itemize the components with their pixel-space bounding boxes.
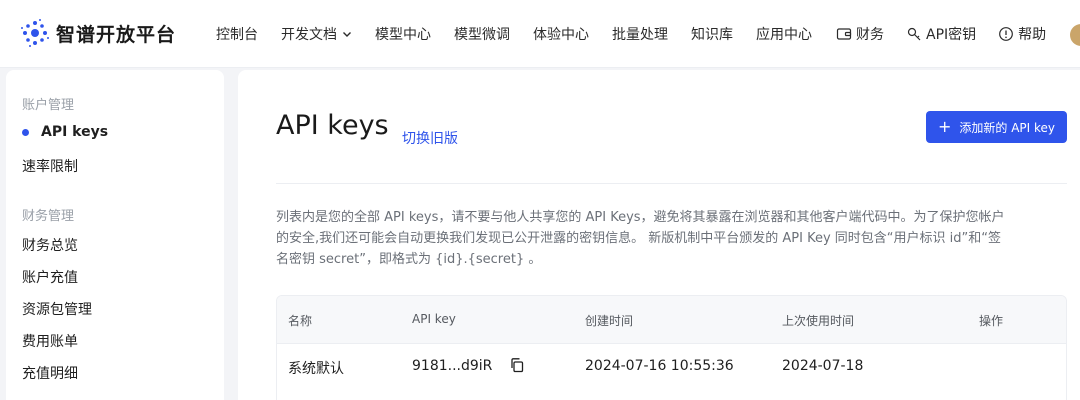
nav-console[interactable]: 控制台	[216, 24, 258, 44]
plus-icon: +	[937, 117, 952, 136]
wallet-icon	[836, 28, 852, 40]
nav-experience-label: 体验中心	[533, 27, 589, 43]
active-indicator-dot	[22, 128, 29, 136]
sidebar-item-bills[interactable]: 费用账单	[22, 331, 78, 351]
brand-name: 智谱开放平台	[56, 23, 177, 46]
nav-finance[interactable]: 财务	[836, 24, 884, 44]
column-header-actions: 操作	[979, 314, 1004, 328]
main-panel: API keys 切换旧版 + 添加新的 API key 列表内是您的全部 AP…	[238, 70, 1080, 400]
nav-knowledge-label: 知识库	[691, 27, 733, 43]
top-navigation-bar: 智谱开放平台 控制台 开发文档 模型中心 模型微调 体验中心 批量处理 知识库 …	[0, 0, 1080, 68]
column-header-api-key: API key	[412, 312, 456, 326]
divider	[276, 183, 1067, 184]
sidebar-item-recharge[interactable]: 账户充值	[22, 267, 78, 287]
switch-legacy-link[interactable]: 切换旧版	[402, 128, 458, 148]
sidebar-item-rate-limit-label: 速率限制	[22, 159, 78, 175]
nav-finance-label: 财务	[856, 27, 884, 43]
table-header: 名称 API key 创建时间 上次使用时间 操作	[277, 296, 1066, 344]
sidebar-item-api-keys[interactable]: API keys	[22, 124, 108, 140]
copy-icon[interactable]	[509, 357, 525, 373]
help-icon	[999, 27, 1014, 41]
cell-api-key: 9181...d9iR	[412, 358, 493, 374]
sidebar-item-finance-overview[interactable]: 财务总览	[22, 235, 78, 255]
cell-created-time: 2024-07-16 10:55:36	[585, 358, 734, 374]
nav-fine-tune-label: 模型微调	[454, 27, 510, 43]
nav-help-label: 帮助	[1018, 27, 1047, 43]
sidebar-item-resource-packs-label: 资源包管理	[22, 302, 92, 318]
cell-key-name: 系统默认	[288, 361, 344, 377]
nav-fine-tune[interactable]: 模型微调	[454, 24, 510, 44]
nav-apps[interactable]: 应用中心	[756, 24, 812, 44]
add-api-key-button[interactable]: + 添加新的 API key	[926, 111, 1067, 143]
column-header-created: 创建时间	[585, 314, 634, 328]
column-header-name: 名称	[288, 314, 313, 328]
page-title: API keys	[276, 110, 389, 141]
sidebar-item-recharge-details[interactable]: 充值明细	[22, 363, 78, 383]
nav-model-center[interactable]: 模型中心	[375, 24, 431, 44]
nav-api-key[interactable]: API密钥	[906, 24, 976, 44]
nav-docs-label: 开发文档	[281, 27, 337, 43]
nav-batch-label: 批量处理	[612, 27, 668, 43]
nav-docs[interactable]: 开发文档	[281, 24, 352, 44]
add-api-key-button-label: 添加新的 API key	[959, 120, 1056, 135]
nav-apps-label: 应用中心	[756, 27, 812, 43]
sidebar-item-recharge-label: 账户充值	[22, 270, 78, 286]
main-nav: 控制台 开发文档 模型中心 模型微调 体验中心 批量处理 知识库 应用中心	[216, 0, 835, 68]
key-icon	[907, 27, 921, 41]
nav-console-label: 控制台	[216, 27, 258, 43]
cell-last-used-time: 2024-07-18	[782, 358, 864, 374]
avatar[interactable]	[1070, 24, 1080, 46]
sidebar-item-recharge-details-label: 充值明细	[22, 366, 78, 382]
sidebar-item-rate-limit[interactable]: 速率限制	[22, 156, 78, 176]
nav-api-key-label: API密钥	[926, 27, 977, 43]
brand-logo[interactable]: 智谱开放平台	[20, 17, 176, 49]
nav-experience[interactable]: 体验中心	[533, 24, 589, 44]
nav-help[interactable]: 帮助	[998, 24, 1046, 44]
chevron-down-icon	[343, 32, 351, 37]
table-row: 系统默认 9181...d9iR 2024-07-16 10:55:36 202…	[277, 344, 1066, 390]
sidebar-item-api-keys-label: API keys	[41, 124, 109, 140]
nav-knowledge[interactable]: 知识库	[691, 24, 733, 44]
api-keys-description: 列表内是您的全部 API keys，请不要与他人共享您的 API Keys，避免…	[276, 210, 1005, 267]
brand-logo-icon	[21, 19, 49, 47]
sidebar-item-resource-packs[interactable]: 资源包管理	[22, 299, 92, 319]
api-keys-table: 名称 API key 创建时间 上次使用时间 操作 系统默认 9181...d9…	[276, 295, 1067, 400]
sidebar-group-account: 账户管理	[22, 98, 75, 113]
nav-batch[interactable]: 批量处理	[612, 24, 668, 44]
utility-nav: 财务 API密钥 帮助	[836, 0, 1068, 68]
sidebar: 账户管理 API keys 速率限制 财务管理 财务总览 账户充值 资源包管理 …	[6, 70, 224, 400]
sidebar-group-finance: 财务管理	[22, 209, 75, 224]
sidebar-item-finance-overview-label: 财务总览	[22, 238, 78, 254]
sidebar-item-bills-label: 费用账单	[22, 334, 78, 350]
column-header-last-used: 上次使用时间	[782, 314, 855, 328]
nav-model-center-label: 模型中心	[375, 27, 431, 43]
